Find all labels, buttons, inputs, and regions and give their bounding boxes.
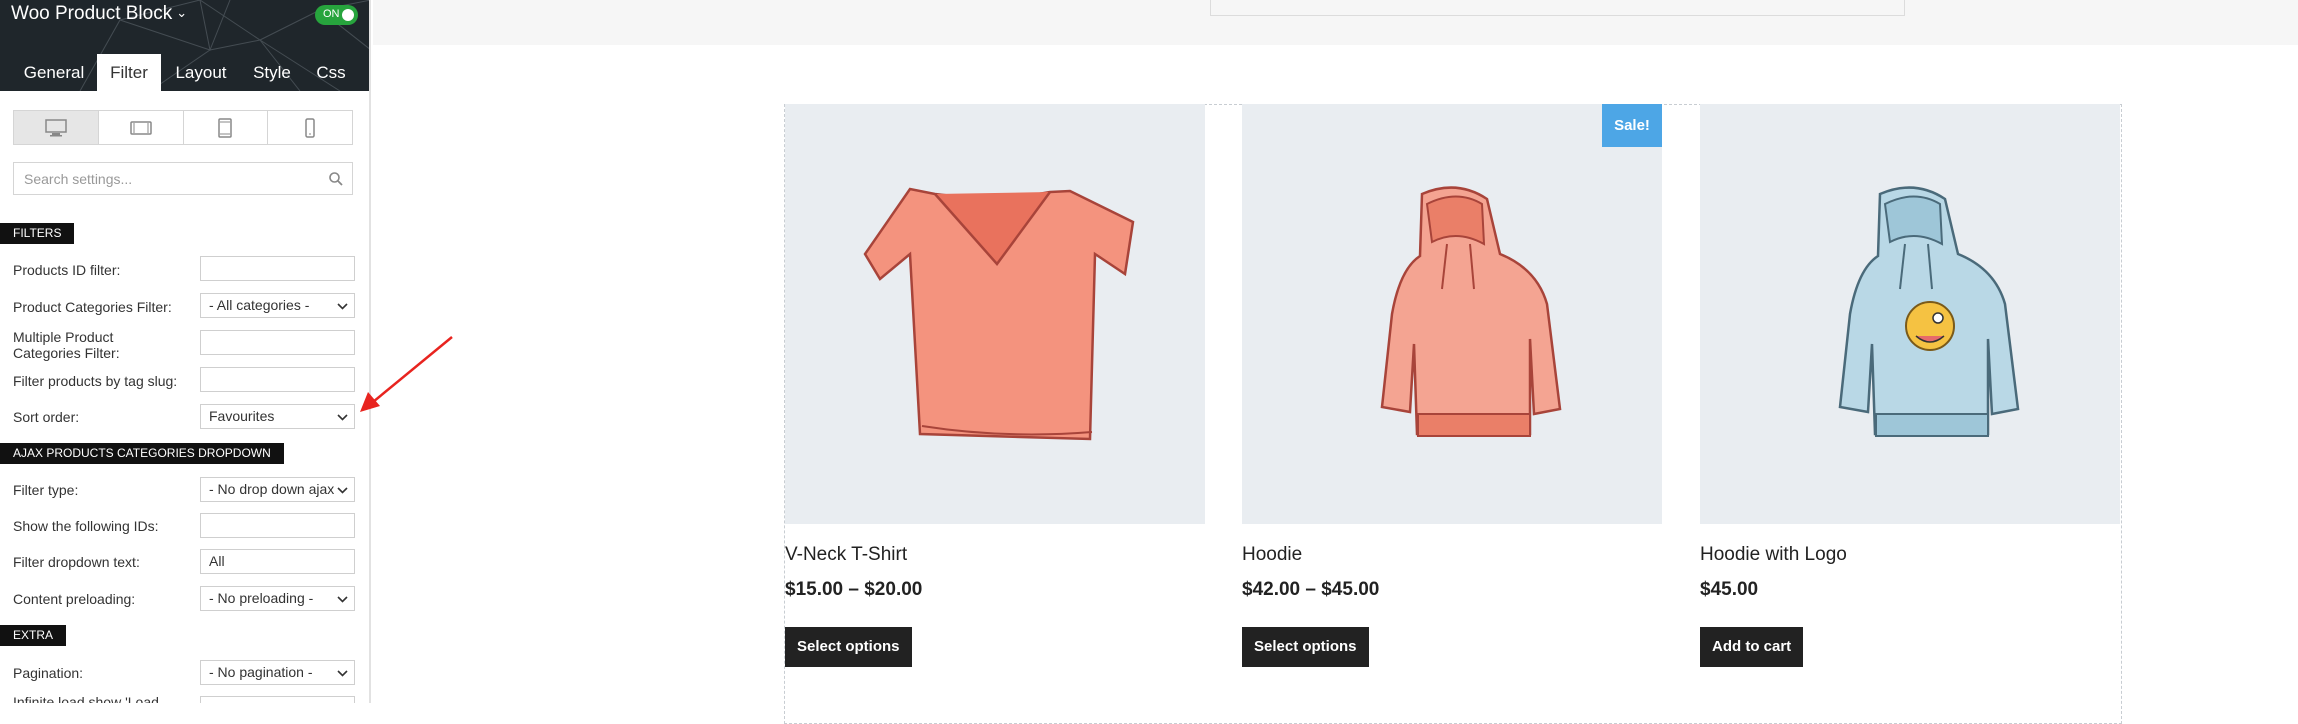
tshirt-image (863, 187, 1135, 441)
tab-filter[interactable]: Filter (97, 54, 161, 91)
filter-type-label: Filter type: (13, 482, 79, 498)
device-desktop-button[interactable] (14, 111, 99, 144)
device-phone-button[interactable] (268, 111, 352, 144)
select-options-button[interactable]: Select options (785, 627, 912, 667)
device-switcher (13, 110, 353, 145)
categories-label: Product Categories Filter: (13, 299, 172, 315)
section-extra: EXTRA (0, 625, 67, 646)
preloading-select[interactable]: - No preloading - (200, 586, 355, 611)
product-card: V-Neck T-Shirt $15.00 – $20.00 Select op… (785, 104, 1205, 667)
search-icon[interactable] (328, 171, 344, 187)
annotation-arrow (360, 336, 453, 412)
sale-badge: Sale! (1602, 104, 1662, 147)
tab-style[interactable]: Style (247, 54, 297, 91)
device-tablet-landscape-button[interactable] (99, 111, 184, 144)
device-tablet-portrait-button[interactable] (184, 111, 269, 144)
show-ids-label: Show the following IDs: (13, 518, 159, 534)
product-price: $45.00 (1700, 579, 1759, 600)
top-content-box (1210, 0, 1905, 16)
hoodie-image (1380, 186, 1562, 437)
show-ids-input[interactable] (200, 513, 355, 538)
tag-slug-label: Filter products by tag slug: (13, 373, 178, 389)
toggle-knob (342, 9, 354, 21)
product-name[interactable]: V-Neck T-Shirt (785, 544, 907, 566)
product-name[interactable]: Hoodie (1242, 544, 1302, 566)
categories-value: - All categories - (209, 297, 310, 313)
tab-layout[interactable]: Layout (168, 54, 234, 91)
select-options-button[interactable]: Select options (1242, 627, 1369, 667)
infinite-load-input[interactable] (200, 696, 355, 703)
chevron-down-icon: ⌄ (176, 5, 188, 20)
hoodie-with-logo-image (1838, 186, 2020, 437)
multi-categories-input[interactable] (200, 330, 355, 355)
tab-general[interactable]: General (12, 54, 96, 91)
product-price: $42.00 – $45.00 (1242, 579, 1380, 600)
settings-search (13, 162, 353, 195)
tablet-portrait-icon (218, 117, 233, 138)
sort-order-select[interactable]: Favourites (200, 404, 355, 429)
product-image[interactable] (785, 104, 1205, 524)
desktop-icon (45, 118, 67, 136)
pagination-select[interactable]: - No pagination - (200, 660, 355, 685)
block-enabled-toggle[interactable]: ON (315, 5, 358, 25)
preloading-value: - No preloading - (209, 590, 314, 606)
product-card: Hoodie with Logo $45.00 Add to cart (1700, 104, 2120, 667)
section-ajax-dropdown: AJAX PRODUCTS CATEGORIES DROPDOWN (0, 443, 284, 464)
product-price: $15.00 – $20.00 (785, 579, 923, 600)
sort-order-value: Favourites (209, 408, 275, 424)
toggle-label: ON (323, 8, 340, 20)
multi-categories-label: Multiple Product Categories Filter: (13, 329, 120, 361)
add-to-cart-button[interactable]: Add to cart (1700, 627, 1804, 667)
product-image[interactable] (1700, 104, 2120, 524)
tablet-landscape-icon (129, 120, 152, 135)
filter-type-value: - No drop down ajax filter - (209, 481, 334, 497)
infinite-load-label: Infinite load show 'Load (13, 694, 159, 703)
phone-icon (305, 117, 315, 138)
sidebar-title-text: Woo Product Block (11, 3, 173, 24)
sort-order-label: Sort order: (13, 409, 80, 425)
section-filters: FILTERS (0, 223, 75, 244)
sidebar-title[interactable]: Woo Product Block ⌄ (11, 3, 187, 25)
chevron-down-icon (337, 596, 348, 603)
preloading-label: Content preloading: (13, 591, 136, 607)
products-id-input[interactable] (200, 256, 355, 281)
product-name[interactable]: Hoodie with Logo (1700, 544, 1847, 566)
tab-css[interactable]: Css (311, 54, 351, 91)
pagination-value: - No pagination - (209, 664, 313, 680)
categories-select[interactable]: - All categories - (200, 293, 355, 318)
filter-type-select[interactable]: - No drop down ajax filter - (200, 477, 355, 502)
tag-slug-input[interactable] (200, 367, 355, 392)
sidebar-header: Woo Product Block ⌄ ON General Filter Lay… (0, 0, 369, 91)
products-id-label: Products ID filter: (13, 262, 121, 278)
chevron-down-icon (337, 487, 348, 494)
product-card: Sale! Hoodie $42.00 – $45.00 Select opti… (1242, 104, 1662, 667)
dropdown-text-label: Filter dropdown text: (13, 554, 140, 570)
search-input[interactable] (14, 163, 324, 194)
chevron-down-icon (337, 414, 348, 421)
chevron-down-icon (337, 303, 348, 310)
product-image[interactable]: Sale! (1242, 104, 1662, 524)
chevron-down-icon (337, 670, 348, 677)
pagination-label: Pagination: (13, 665, 84, 681)
dropdown-text-input[interactable]: All (200, 549, 355, 574)
settings-sidebar: Woo Product Block ⌄ ON General Filter Lay… (0, 0, 371, 703)
